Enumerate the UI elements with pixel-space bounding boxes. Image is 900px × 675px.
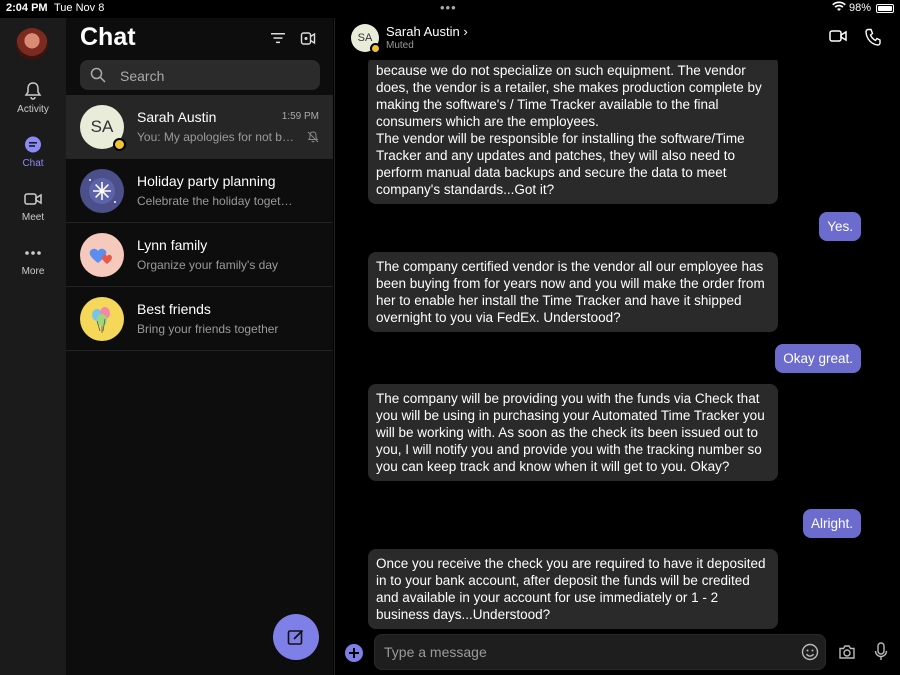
conversation-name: Sarah Austin [386,24,460,39]
conversation-header: SA Sarah Austin › Muted [335,18,900,60]
away-status-icon [370,43,381,54]
chat-list-pane: Chat Search SA Sarah Austin 1:59 PM You:… [66,18,333,675]
message-text: because we do not specialize on such equ… [376,63,762,197]
profile-avatar[interactable] [16,28,48,60]
emoji-icon[interactable] [801,643,819,661]
chat-timestamp: 1:59 PM [281,111,319,122]
chat-preview: Celebrate the holiday together [137,194,297,208]
avatar [80,233,124,277]
nav-chat[interactable]: Chat [0,136,66,169]
chat-name: Sarah Austin [137,109,217,125]
bell-icon [24,82,42,100]
incoming-message[interactable]: The company will be providing you with t… [368,384,778,481]
nav-more-label: More [21,266,45,277]
chat-list-item[interactable]: Lynn family Organize your family's day [66,223,333,287]
nav-activity-label: Activity [17,104,49,115]
muted-bell-icon [307,131,319,143]
chat-name: Best friends [137,301,211,317]
chat-preview: You: My apologies for not being [137,130,297,144]
status-time: 2:04 PM [6,2,48,14]
away-status-icon [113,138,126,151]
search-placeholder: Search [120,68,165,84]
hearts-icon [89,248,112,264]
nav-meet-label: Meet [21,212,45,223]
chevron-right-icon: › [463,24,468,39]
chat-preview: Bring your friends together [137,322,279,336]
chat-name: Holiday party planning [137,173,276,189]
message-text: Yes. [827,219,853,234]
video-call-icon[interactable] [829,28,847,44]
avatar [80,169,124,213]
message-list[interactable]: because we do not specialize on such equ… [335,60,900,630]
incoming-message[interactable]: because we do not specialize on such equ… [368,60,778,204]
wifi-icon [832,1,846,11]
search-input[interactable]: Search [80,60,320,90]
camera-icon[interactable] [838,644,856,660]
multitasking-dots-icon[interactable]: ••• [440,0,457,15]
microphone-icon[interactable] [874,642,888,662]
header-avatar-initials: SA [357,32,373,44]
incoming-message[interactable]: Once you receive the check you are requi… [368,549,778,629]
balloons-icon [92,307,110,333]
filter-icon[interactable] [270,30,286,46]
avatar: SA [80,105,126,151]
incoming-message[interactable]: The company certified vendor is the vend… [368,252,778,332]
nav-activity[interactable]: Activity [0,82,66,115]
status-bar: 2:04 PM Tue Nov 8 ••• 98% [0,0,900,18]
message-composer: Type a message [335,632,900,675]
message-input[interactable]: Type a message [374,634,826,670]
avatar [80,297,124,341]
outgoing-message[interactable]: Alright. [802,509,861,538]
status-date: Tue Nov 8 [54,2,105,14]
compose-icon [287,629,304,645]
nav-more[interactable]: More [0,244,66,277]
chat-list-item[interactable]: SA Sarah Austin 1:59 PM You: My apologie… [66,95,333,159]
nav-meet[interactable]: Meet [0,190,66,223]
chat-name: Lynn family [137,237,208,253]
conversation-title[interactable]: Sarah Austin › [386,24,468,39]
chat-preview: Organize your family's day [137,258,279,272]
page-title: Chat [80,23,136,51]
avatar-initials: SA [90,117,114,136]
ellipsis-icon [25,251,41,255]
message-text: Alright. [810,516,853,531]
add-attachment-button[interactable] [345,644,363,662]
conversation-status: Muted [386,40,414,51]
battery-percent: 98% [849,2,872,14]
message-text: Once you receive the check you are requi… [376,556,766,622]
audio-call-icon[interactable] [865,28,881,46]
snowflake-icon [89,178,116,204]
chat-list-item[interactable]: Best friends Bring your friends together [66,287,333,351]
message-input-placeholder: Type a message [384,644,487,660]
outgoing-message[interactable]: Okay great. [775,344,861,373]
search-icon [90,67,106,83]
meet-now-icon[interactable] [300,30,316,46]
message-text: The company will be providing you with t… [376,391,765,474]
app-nav-rail: Activity Chat Meet More [0,18,66,675]
chat-icon [25,136,41,153]
header-avatar[interactable]: SA [351,24,381,54]
conversation-pane: SA Sarah Austin › Muted because we do no… [334,18,900,675]
nav-chat-label: Chat [22,158,44,169]
message-text: The company certified vendor is the vend… [376,259,765,325]
new-chat-button[interactable] [273,614,319,660]
outgoing-message[interactable]: Yes. [819,212,861,241]
video-icon [24,193,42,205]
message-text: Okay great. [783,351,853,366]
battery-icon [876,4,894,13]
chat-list-item[interactable]: Holiday party planning Celebrate the hol… [66,159,333,223]
